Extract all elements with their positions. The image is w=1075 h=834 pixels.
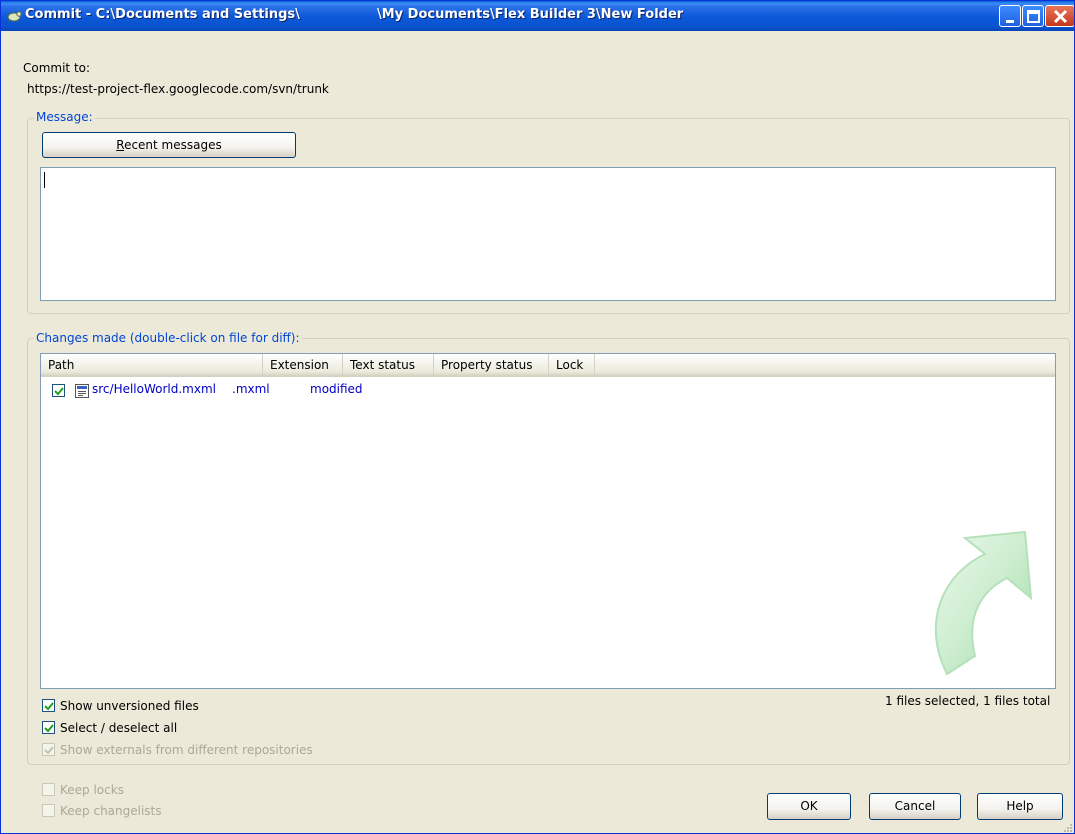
show-unversioned-label: Show unversioned files: [60, 699, 199, 713]
repository-url: https://test-project-flex.googlecode.com…: [27, 82, 329, 96]
tortoise-icon: [7, 11, 22, 23]
keep-locks-label: Keep locks: [60, 783, 124, 797]
changes-group-label: Changes made (double-click on file for d…: [34, 331, 302, 345]
keep-locks-checkbox: [42, 783, 55, 796]
close-icon: [1053, 9, 1068, 24]
table-row[interactable]: src/HelloWorld.mxml .mxml modified: [41, 380, 1055, 400]
checkmark-icon: [44, 724, 54, 733]
changes-list[interactable]: Path Extension Text status Property stat…: [40, 353, 1056, 689]
minimize-button[interactable]: [999, 5, 1021, 27]
commit-arrow-icon: [934, 530, 1033, 676]
cancel-button-label: Cancel: [894, 799, 936, 813]
resize-grip-icon[interactable]: [1061, 821, 1073, 833]
maximize-button[interactable]: [1022, 5, 1044, 27]
column-property-status[interactable]: Property status: [434, 354, 549, 376]
ok-button[interactable]: OK: [767, 793, 851, 820]
recent-messages-label-rest: ecent messages: [124, 138, 222, 152]
maximize-icon: [1027, 10, 1040, 23]
checkmark-icon: [44, 746, 54, 755]
show-externals-checkbox: [42, 743, 55, 756]
recent-messages-label: Recent messages: [43, 133, 295, 157]
file-text-status: modified: [310, 382, 363, 396]
commit-dialog: Commit - C:\Documents and Settings\ \My …: [0, 0, 1075, 834]
column-path[interactable]: Path: [41, 354, 263, 376]
keep-changelists-label: Keep changelists: [60, 804, 162, 818]
column-text-status[interactable]: Text status: [343, 354, 434, 376]
file-checkbox[interactable]: [52, 384, 65, 397]
mxml-file-icon: [75, 384, 89, 398]
select-all-label: Select / deselect all: [60, 721, 178, 735]
help-button[interactable]: Help: [977, 793, 1063, 820]
keep-changelists-checkbox: [42, 804, 55, 817]
commit-to-label: Commit to:: [23, 61, 91, 75]
select-all-checkbox[interactable]: [42, 721, 55, 734]
window-title: Commit - C:\Documents and Settings\: [25, 7, 300, 22]
help-button-label: Help: [1006, 799, 1034, 813]
ok-button-label: OK: [800, 799, 818, 813]
recent-messages-mnemonic: R: [116, 138, 125, 152]
commit-message-input[interactable]: [40, 167, 1056, 301]
cancel-button[interactable]: Cancel: [869, 793, 961, 820]
minimize-icon: [1006, 20, 1014, 23]
file-path: src/HelloWorld.mxml: [92, 382, 216, 396]
checkmark-icon: [54, 387, 64, 396]
text-caret: [44, 172, 45, 188]
message-group-label: Message:: [34, 110, 95, 124]
selection-summary: 1 files selected, 1 files total: [885, 694, 1051, 708]
column-lock[interactable]: Lock: [549, 354, 595, 376]
close-button[interactable]: [1045, 5, 1074, 27]
show-externals-label: Show externals from different repositori…: [60, 743, 313, 757]
list-header: Path Extension Text status Property stat…: [41, 354, 1055, 377]
title-bar[interactable]: Commit - C:\Documents and Settings\ \My …: [1, 1, 1074, 31]
show-unversioned-checkbox[interactable]: [42, 699, 55, 712]
recent-messages-button[interactable]: Recent messages: [42, 132, 296, 158]
column-extension[interactable]: Extension: [263, 354, 343, 376]
file-extension: .mxml: [232, 382, 270, 396]
checkmark-icon: [44, 702, 54, 711]
window-title-path: \My Documents\Flex Builder 3\New Folder: [377, 7, 684, 22]
